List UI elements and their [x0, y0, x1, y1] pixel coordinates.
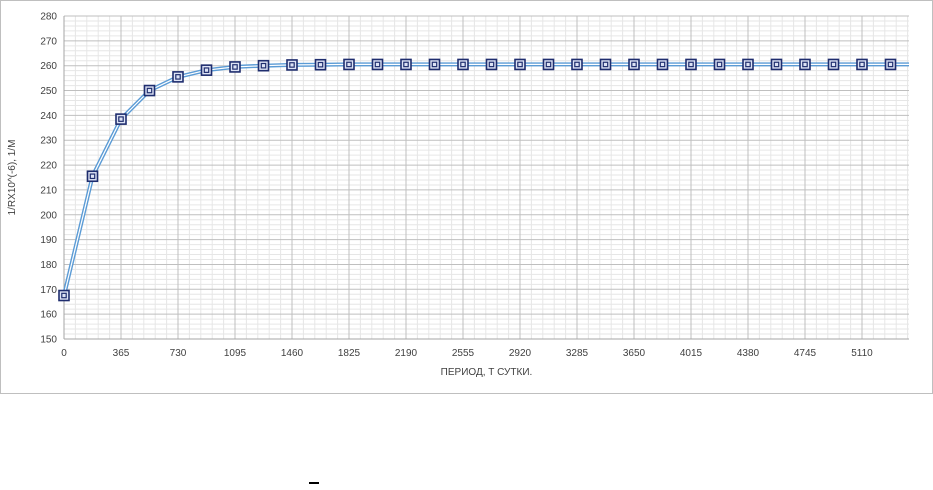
data-point-marker: [115, 113, 127, 125]
data-point-marker: [229, 61, 241, 73]
data-point-marker: [58, 289, 70, 302]
data-point-marker: [485, 58, 498, 71]
y-tick-label: 150: [40, 335, 57, 346]
data-point-marker: [628, 58, 640, 71]
x-tick-label: 2555: [452, 348, 475, 359]
data-point-marker: [400, 58, 412, 71]
data-point-marker: [457, 58, 469, 71]
y-tick-label: 220: [40, 161, 57, 172]
data-point-marker: [656, 58, 669, 71]
data-point-marker: [742, 58, 754, 71]
data-point-marker: [314, 58, 327, 71]
y-tick-label: 250: [40, 86, 57, 97]
y-tick-label: 270: [40, 36, 57, 47]
data-point-marker: [200, 64, 213, 76]
data-point-marker: [685, 58, 697, 71]
data-point-marker: [799, 58, 811, 71]
dash-mark: [309, 482, 319, 484]
y-tick-label: 170: [40, 285, 57, 296]
data-point-marker: [286, 59, 298, 71]
y-tick-label: 190: [40, 235, 57, 246]
chart-frame: 150 160 170 180 190 200 210 220 230 240 250 260 270 2…: [0, 0, 933, 394]
data-point-marker: [827, 58, 840, 71]
data-point-marker: [713, 58, 726, 71]
data-point-marker: [172, 71, 184, 83]
y-tick-label: 210: [40, 185, 57, 196]
line-chart: 150 160 170 180 190 200 210 220 230 240 250 260 270 2…: [7, 12, 909, 378]
x-tick-label: 1825: [338, 348, 361, 359]
data-point-marker: [86, 170, 99, 183]
y-axis-title: 1/RX10^(-6), 1/M: [7, 140, 18, 216]
y-tick-label: 240: [40, 111, 57, 122]
x-tick-label: 730: [170, 348, 187, 359]
y-tick-label: 260: [40, 61, 57, 72]
data-point-marker: [599, 58, 612, 71]
data-point-marker: [143, 84, 156, 97]
y-tick-label: 200: [40, 210, 57, 221]
x-tick-label: 3285: [566, 348, 589, 359]
y-tick-label: 180: [40, 260, 57, 271]
data-point-marker: [514, 58, 526, 71]
x-tick-label: 2190: [395, 348, 418, 359]
x-tick-label: 1095: [224, 348, 247, 359]
x-axis-title: ПЕРИОД, Т СУТКИ.: [441, 367, 533, 378]
data-point-marker: [856, 58, 868, 71]
data-point-marker: [371, 58, 384, 71]
data-point-marker: [343, 58, 355, 71]
x-tick-label: 365: [113, 348, 130, 359]
x-tick-label: 0: [61, 348, 67, 359]
x-tick-label: 4380: [737, 348, 760, 359]
data-point-marker: [571, 58, 583, 71]
x-tick-label: 3650: [623, 348, 646, 359]
y-tick-label: 280: [40, 12, 57, 23]
y-tick-label: 230: [40, 136, 57, 147]
x-tick-label: 4015: [680, 348, 703, 359]
data-point-marker: [428, 58, 441, 71]
x-tick-label: 5110: [851, 348, 873, 359]
data-point-marker: [257, 59, 270, 72]
data-point-marker: [542, 58, 555, 71]
x-tick-label: 2920: [509, 348, 532, 359]
y-tick-label: 160: [40, 310, 57, 321]
data-point-marker: [770, 58, 783, 71]
data-point-marker: [884, 58, 897, 71]
x-tick-label: 1460: [281, 348, 304, 359]
x-tick-label: 4745: [794, 348, 817, 359]
